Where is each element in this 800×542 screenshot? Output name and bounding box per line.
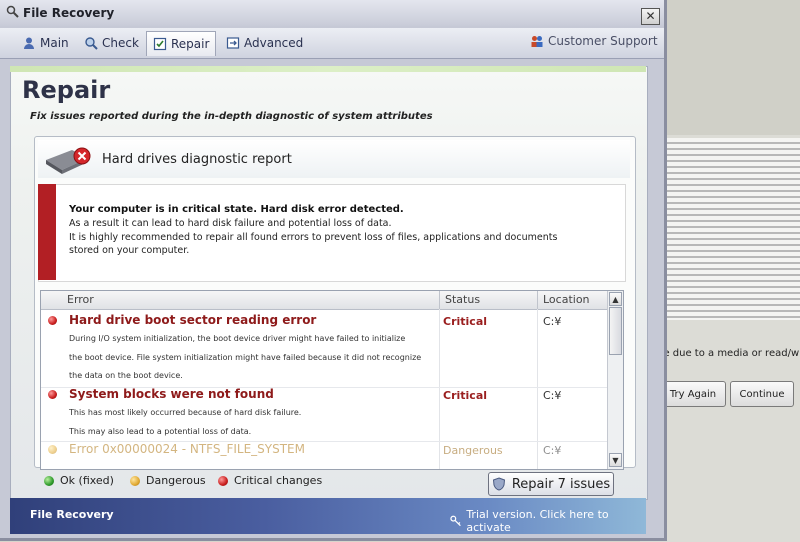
scroll-thumb[interactable] <box>609 307 622 355</box>
legend-ok: Ok (fixed) <box>44 474 114 487</box>
background-dialog-message: y be due to a media or read/write e <box>648 348 800 359</box>
activate-trial-label: Trial version. Click here to activate <box>466 508 609 534</box>
critical-status-dot <box>218 475 228 486</box>
error-title: System blocks were not found <box>69 387 274 401</box>
continue-button[interactable]: Continue <box>730 381 794 407</box>
repair-issues-button[interactable]: Repair 7 issues <box>488 472 614 496</box>
legend-critical-label: Critical changes <box>234 474 323 487</box>
tab-check[interactable]: Check <box>78 31 145 55</box>
error-location: C:¥ <box>543 389 562 402</box>
tab-repair[interactable]: Repair <box>146 31 217 56</box>
error-title: Hard drive boot sector reading error <box>69 313 317 327</box>
arrow-up-icon: ▲ <box>612 295 619 304</box>
error-title: Error 0x00000024 - NTFS_FILE_SYSTEM <box>69 442 305 456</box>
window-title: File Recovery <box>23 6 115 20</box>
tab-advanced-label: Advanced <box>244 36 304 50</box>
magnifier-icon <box>85 37 98 50</box>
repair-issues-label: Repair 7 issues <box>511 476 611 492</box>
error-list-scrollbar[interactable]: ▲ ▼ <box>607 291 623 469</box>
report-title: Hard drives diagnostic report <box>102 152 292 167</box>
tab-advanced[interactable]: Advanced <box>220 31 309 55</box>
tab-repair-label: Repair <box>171 37 210 51</box>
legend-critical: Critical changes <box>218 474 322 487</box>
column-status[interactable]: Status <box>445 293 480 306</box>
column-divider <box>537 291 538 309</box>
tab-bar: Main Check Repair Advanced Customer Supp… <box>0 28 664 59</box>
page-title: Repair <box>22 76 111 104</box>
customer-support-link[interactable]: Customer Support <box>530 34 658 48</box>
legend-ok-label: Ok (fixed) <box>60 474 114 487</box>
hard-drive-error-icon <box>46 147 91 174</box>
scroll-down-button[interactable]: ▼ <box>609 453 622 467</box>
dangerous-status-dot <box>130 475 140 486</box>
scroll-up-button[interactable]: ▲ <box>609 292 622 306</box>
key-icon <box>450 515 461 527</box>
page-subtitle: Fix issues reported during the in-depth … <box>30 111 433 122</box>
alert-headline: Your computer is in critical state. Hard… <box>69 204 404 215</box>
activate-trial-link[interactable]: Trial version. Click here to activate <box>450 508 646 534</box>
arrow-down-icon: ▼ <box>612 456 619 465</box>
footer-app-name: File Recovery <box>30 508 114 521</box>
customer-support-label: Customer Support <box>548 34 658 48</box>
user-icon <box>24 37 34 49</box>
legend-dangerous: Dangerous <box>130 474 206 487</box>
dangerous-status-dot <box>48 445 57 454</box>
tab-check-label: Check <box>102 36 139 50</box>
alert-text-1: As a result it can lead to hard disk fai… <box>69 218 392 229</box>
error-description: This may also lead to a potential loss o… <box>69 427 252 436</box>
alert-text-3: stored on your computer. <box>69 245 190 256</box>
settings-icon <box>226 37 240 49</box>
column-divider <box>537 309 538 469</box>
error-description: the data on the boot device. <box>69 371 183 380</box>
error-location: C:¥ <box>543 315 562 328</box>
background-dialog-progress-area <box>650 138 800 320</box>
error-description: This has most likely occurred because of… <box>69 408 302 417</box>
tab-main-label: Main <box>40 36 69 50</box>
close-icon: ✕ <box>645 9 656 23</box>
critical-status-dot <box>48 316 57 325</box>
close-button[interactable]: ✕ <box>641 8 660 25</box>
legend-dangerous-label: Dangerous <box>146 474 206 487</box>
shield-icon <box>492 477 505 491</box>
ok-status-dot <box>44 475 54 486</box>
alert-severity-bar <box>38 184 56 280</box>
critical-status-dot <box>48 390 57 399</box>
footer-bar: File Recovery Trial version. Click here … <box>10 498 646 534</box>
error-list-header: Error Status Location <box>41 291 607 310</box>
title-bar: File Recovery ✕ <box>0 0 664 26</box>
app-icon <box>6 5 19 18</box>
people-icon <box>531 36 543 47</box>
error-status: Dangerous <box>443 444 503 457</box>
error-list[interactable]: Error Status Location Hard drive boot se… <box>40 290 624 470</box>
column-location[interactable]: Location <box>543 293 590 306</box>
error-status: Critical <box>443 389 488 402</box>
error-status: Critical <box>443 315 488 328</box>
alert-text-2: It is highly recommended to repair all f… <box>69 232 558 243</box>
error-description: the boot device. File system initializat… <box>69 353 422 362</box>
error-description: During I/O system initialization, the bo… <box>69 334 406 343</box>
tab-main[interactable]: Main <box>16 31 75 55</box>
error-location: C:¥ <box>543 444 562 457</box>
checklist-icon <box>153 37 167 51</box>
content-top-strip <box>10 66 646 72</box>
column-error[interactable]: Error <box>67 293 94 306</box>
column-divider <box>439 309 440 469</box>
try-again-button[interactable]: Try Again <box>660 381 726 407</box>
column-divider <box>439 291 440 309</box>
